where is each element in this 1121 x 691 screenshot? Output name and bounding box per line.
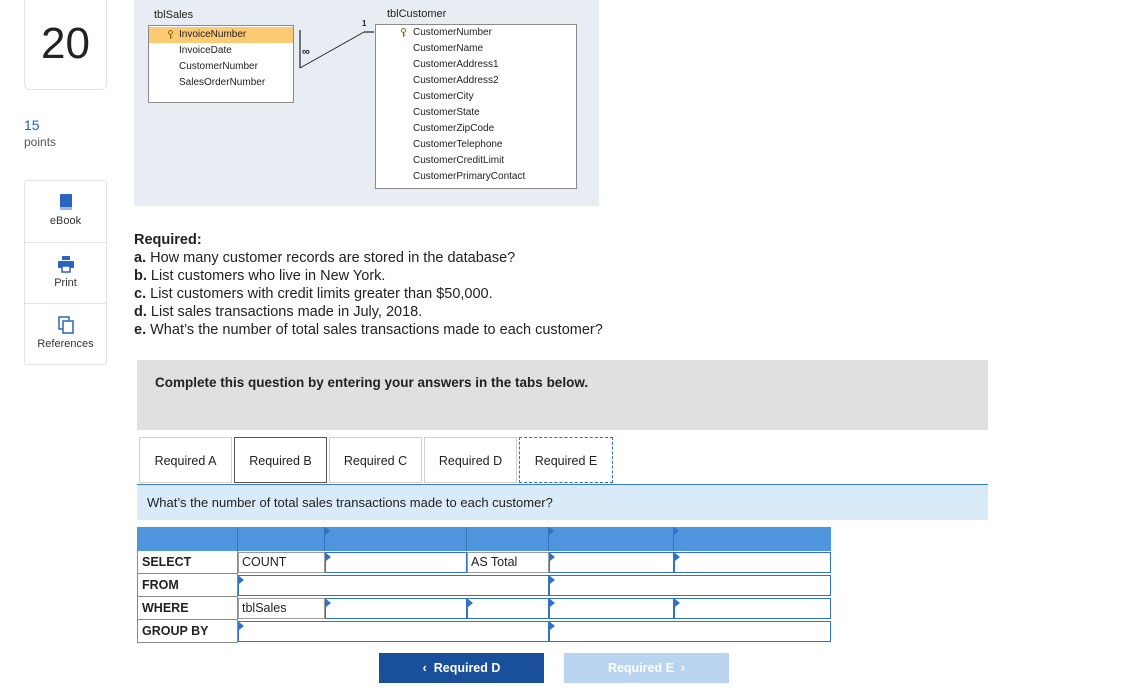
select-count-field-input[interactable]: [325, 552, 467, 573]
required-item: c. List customers with credit limits gre…: [134, 286, 493, 302]
banner-text: Complete this question by entering your …: [155, 375, 589, 390]
customer-field: CustomerPrimaryContact: [413, 171, 526, 182]
book-icon: [59, 194, 72, 210]
relationship-diagram: tblSales InvoiceNumber InvoiceDate Custo…: [134, 0, 599, 206]
row-label-where: WHERE: [137, 597, 238, 620]
required-heading: Required:: [134, 232, 202, 248]
many-symbol: ∞: [302, 46, 310, 58]
sales-field-key: InvoiceNumber: [149, 27, 293, 43]
sales-table-title: tblSales: [154, 9, 194, 21]
references-button[interactable]: References: [25, 303, 106, 365]
customer-field: CustomerCity: [413, 91, 474, 102]
sales-table: InvoiceNumber InvoiceDate CustomerNumber…: [148, 25, 294, 103]
chevron-left-icon: ‹: [422, 661, 427, 675]
grid-header-cell: [467, 527, 549, 551]
relationship-line: [299, 30, 374, 69]
where-table-cell: tblSales: [238, 598, 325, 619]
sales-field: InvoiceDate: [179, 45, 232, 56]
where-input-1[interactable]: [325, 598, 467, 619]
grid-header-cell[interactable]: [674, 527, 831, 551]
customer-field: CustomerCreditLimit: [413, 155, 505, 166]
sales-field: CustomerNumber: [179, 61, 258, 72]
question-prompt: What’s the number of total sales transac…: [147, 495, 553, 510]
required-item: d. List sales transactions made in July,…: [134, 304, 423, 320]
select-count-cell: COUNT: [238, 552, 325, 573]
customer-field: CustomerState: [413, 107, 480, 118]
where-input-4[interactable]: [674, 598, 831, 619]
required-item: e. What’s the number of total sales tran…: [134, 322, 603, 338]
print-label: Print: [54, 277, 77, 289]
row-label-from: FROM: [137, 574, 238, 597]
row-label-select: SELECT: [137, 551, 238, 574]
question-prompt-box: What’s the number of total sales transac…: [137, 485, 988, 520]
from-input-2[interactable]: [549, 575, 831, 596]
references-label: References: [37, 338, 94, 350]
customer-field: CustomerAddress1: [413, 59, 499, 70]
where-input-2[interactable]: [467, 598, 549, 619]
points-value: 15: [24, 117, 40, 133]
grid-header-cell: [137, 527, 238, 551]
copy-icon: [57, 316, 74, 334]
customer-field: CustomerZipCode: [413, 123, 495, 134]
row-label-group-by: GROUP BY: [137, 620, 238, 643]
required-block: Required: a. How many customer records a…: [134, 231, 603, 339]
grid-header-cell: [238, 527, 325, 551]
group-by-input-2[interactable]: [549, 621, 831, 642]
select-alias-cell: AS Total: [467, 552, 549, 573]
tab-required-b[interactable]: Required B: [234, 437, 327, 483]
select-field-input-3[interactable]: [674, 552, 831, 573]
tab-required-d[interactable]: Required D: [424, 437, 517, 483]
ebook-button[interactable]: eBook: [25, 181, 106, 242]
tab-required-c[interactable]: Required C: [329, 437, 422, 483]
question-number: 20: [24, 0, 107, 90]
previous-button[interactable]: ‹ Required D: [379, 653, 544, 683]
next-button[interactable]: Required E ›: [564, 653, 729, 683]
key-icon: [401, 28, 406, 37]
ebook-label: eBook: [49, 215, 82, 227]
chevron-right-icon: ›: [680, 661, 686, 675]
grid-header-row: [137, 527, 831, 551]
required-item: b. List customers who live in New York.: [134, 268, 386, 284]
customer-field-key: CustomerNumber: [376, 25, 576, 41]
one-symbol: 1: [362, 19, 367, 28]
required-item: a. How many customer records are stored …: [134, 250, 516, 266]
where-input-3[interactable]: [549, 598, 674, 619]
customer-table: CustomerNumber CustomerName CustomerAddr…: [375, 24, 577, 189]
group-by-input-1[interactable]: [238, 621, 549, 642]
grid-header-cell[interactable]: [549, 527, 674, 551]
from-input-1[interactable]: [238, 575, 549, 596]
tools-panel: eBook Print References: [24, 180, 107, 365]
key-icon: [168, 30, 173, 39]
select-field-input-2[interactable]: [549, 552, 674, 573]
sql-answer-grid: SELECT COUNT AS Total FROM WHERE tblSale…: [137, 527, 831, 643]
print-button[interactable]: Print: [25, 242, 106, 304]
customer-field: CustomerTelephone: [413, 139, 503, 150]
tab-required-a[interactable]: Required A: [139, 437, 232, 483]
customer-field: CustomerAddress2: [413, 75, 499, 86]
points-label: points: [24, 135, 57, 149]
instructions-banner: Complete this question by entering your …: [137, 360, 988, 430]
tab-required-e[interactable]: Required E: [519, 437, 613, 483]
grid-header-cell[interactable]: [325, 527, 467, 551]
sales-field: SalesOrderNumber: [179, 77, 266, 88]
customer-field: CustomerName: [413, 43, 484, 54]
printer-icon: [57, 256, 74, 273]
customer-table-title: tblCustomer: [387, 8, 447, 20]
